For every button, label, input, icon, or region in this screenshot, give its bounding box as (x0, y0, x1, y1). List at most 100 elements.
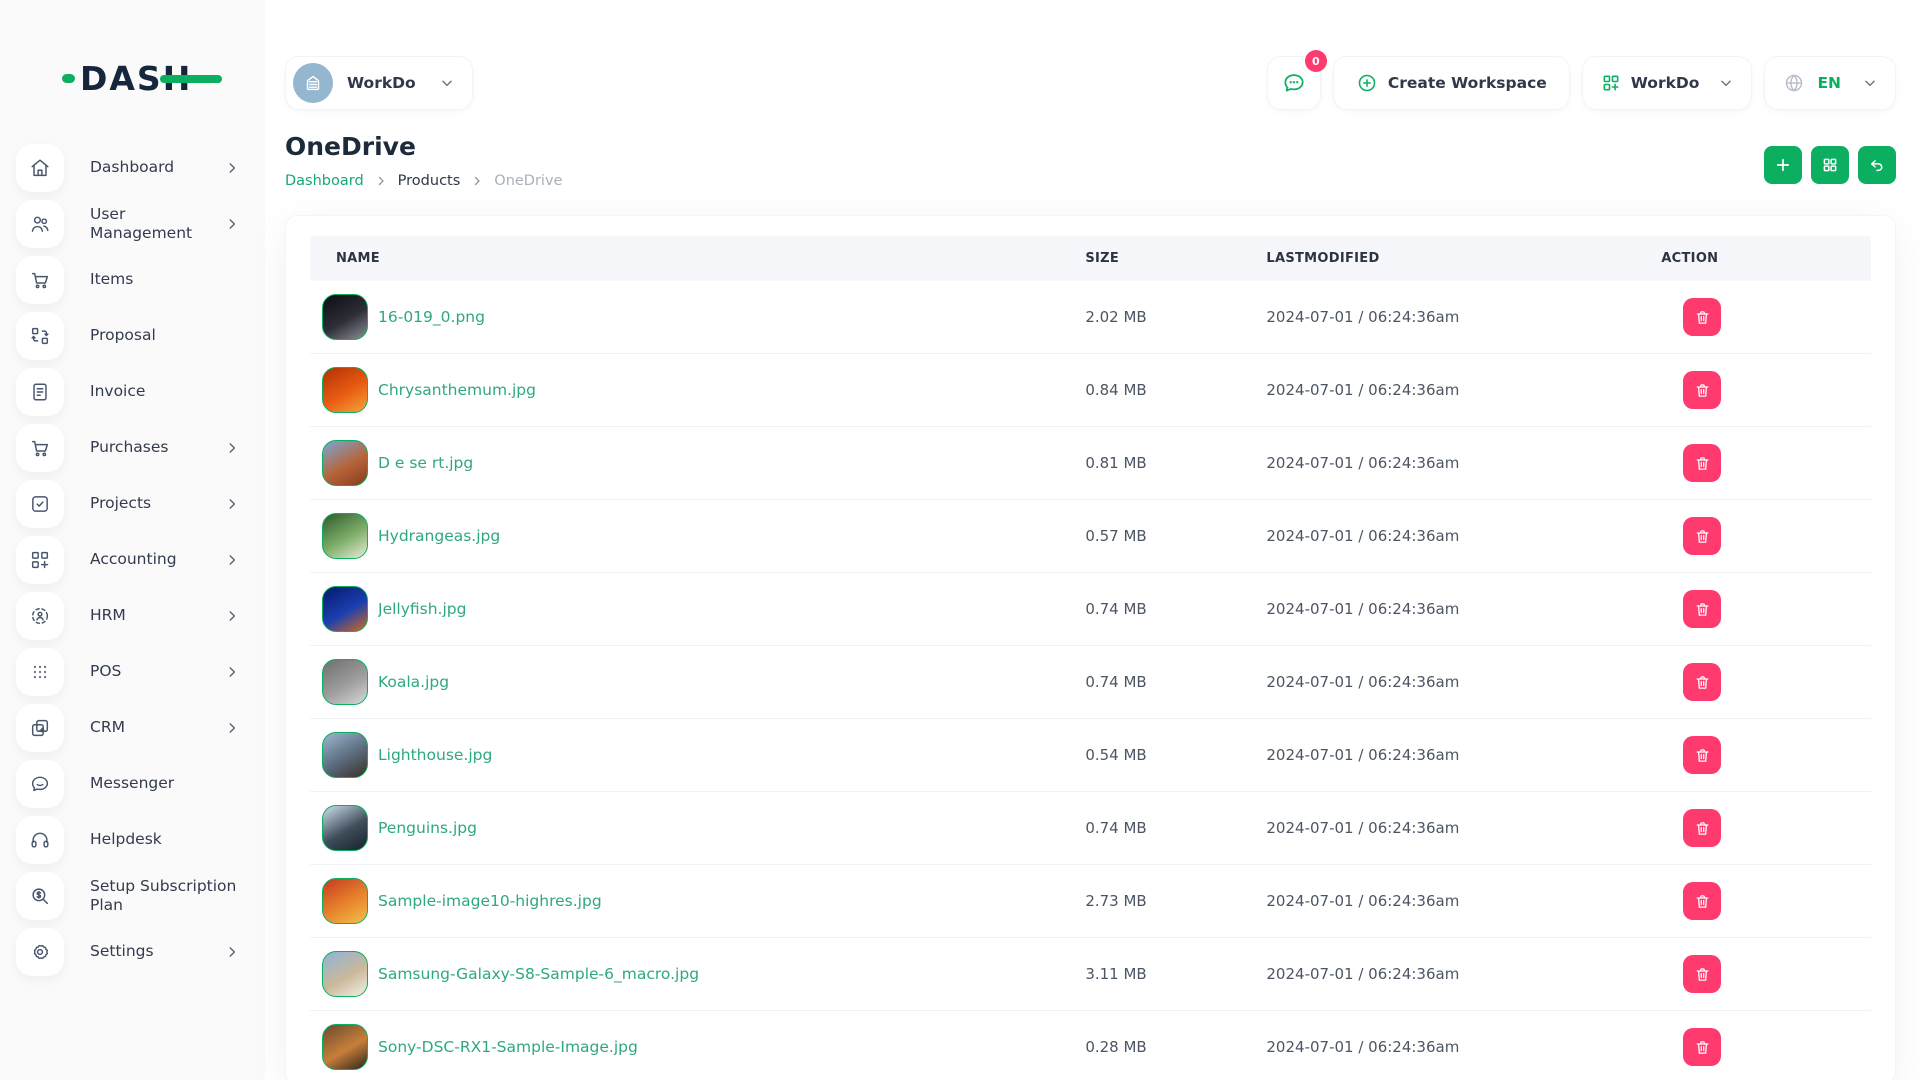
delete-file-button[interactable] (1683, 298, 1721, 336)
logo-text-left: DAS (80, 62, 163, 95)
workspace-avatar (293, 63, 333, 103)
invoice-icon (16, 368, 64, 416)
file-size: 0.81 MB (1073, 427, 1254, 500)
file-name-link[interactable]: Samsung-Galaxy-S8-Sample-6_macro.jpg (378, 965, 699, 983)
sidebar-item-accounting[interactable]: Accounting (0, 536, 265, 584)
sidebar-item-pos[interactable]: POS (0, 648, 265, 696)
delete-file-button[interactable] (1683, 736, 1721, 774)
trash-icon (1694, 674, 1711, 691)
workspace-dropdown-label: WorkDo (1631, 74, 1700, 92)
column-header-lastmodified: LASTMODIFIED (1254, 236, 1649, 281)
file-name-link[interactable]: Sony-DSC-RX1-Sample-Image.jpg (378, 1038, 638, 1056)
trash-icon (1694, 601, 1711, 618)
file-size: 2.02 MB (1073, 281, 1254, 354)
chevron-right-icon (225, 945, 239, 959)
file-thumbnail[interactable] (322, 732, 368, 778)
file-thumbnail[interactable] (322, 586, 368, 632)
file-lastmodified: 2024-07-01 / 06:24:36am (1254, 1011, 1649, 1080)
sidebar-item-helpdesk[interactable]: Helpdesk (0, 816, 265, 864)
delete-file-button[interactable] (1683, 882, 1721, 920)
language-code-label: EN (1817, 74, 1841, 92)
cart-icon (16, 424, 64, 472)
delete-file-button[interactable] (1683, 590, 1721, 628)
chevron-down-icon (440, 76, 454, 90)
breadcrumb-current: OneDrive (494, 173, 562, 189)
language-dropdown[interactable]: EN (1764, 56, 1896, 110)
sidebar-item-proposal[interactable]: Proposal (0, 312, 265, 360)
delete-file-button[interactable] (1683, 663, 1721, 701)
overlap-squares-icon (16, 704, 64, 752)
sidebar: DAS H Dashboard User Management Items Pr… (0, 0, 265, 1080)
messages-count-badge: 0 (1305, 50, 1327, 72)
trash-icon (1694, 966, 1711, 983)
back-button[interactable] (1858, 146, 1896, 184)
page-title: OneDrive (285, 132, 562, 161)
file-thumbnail[interactable] (322, 878, 368, 924)
file-name-link[interactable]: 16-019_0.png (378, 308, 485, 326)
sidebar-item-dashboard[interactable]: Dashboard (0, 144, 265, 192)
sidebar-item-invoice[interactable]: Invoice (0, 368, 265, 416)
table-row: Sony-DSC-RX1-Sample-Image.jpg 0.28 MB 20… (310, 1011, 1871, 1080)
sidebar-item-crm[interactable]: CRM (0, 704, 265, 752)
file-size: 0.74 MB (1073, 792, 1254, 865)
delete-file-button[interactable] (1683, 517, 1721, 555)
file-name-link[interactable]: Jellyfish.jpg (378, 600, 466, 618)
cart-icon (29, 269, 51, 291)
delete-file-button[interactable] (1683, 809, 1721, 847)
delete-file-button[interactable] (1683, 444, 1721, 482)
grid-view-button[interactable] (1811, 146, 1849, 184)
messages-button[interactable]: 0 (1267, 56, 1321, 110)
sidebar-item-settings[interactable]: Settings (0, 928, 265, 976)
plus-circle-icon (1356, 72, 1378, 94)
main-content: WorkDo 0 Create Workspace (265, 0, 1920, 1080)
file-name-link[interactable]: D e se rt.jpg (378, 454, 473, 472)
create-workspace-button[interactable]: Create Workspace (1333, 56, 1570, 110)
file-thumbnail[interactable] (322, 294, 368, 340)
chevron-right-icon (375, 175, 387, 187)
sidebar-item-purchases[interactable]: Purchases (0, 424, 265, 472)
file-name-link[interactable]: Chrysanthemum.jpg (378, 381, 536, 399)
file-thumbnail[interactable] (322, 513, 368, 559)
sidebar-item-label: Settings (90, 942, 154, 961)
file-thumbnail[interactable] (322, 659, 368, 705)
file-name-link[interactable]: Sample-image10-highres.jpg (378, 892, 602, 910)
workspace-select[interactable]: WorkDo (285, 56, 473, 110)
file-thumbnail[interactable] (322, 440, 368, 486)
square-check-icon (16, 480, 64, 528)
delete-file-button[interactable] (1683, 955, 1721, 993)
chevron-down-icon (1863, 76, 1877, 90)
file-name-link[interactable]: Lighthouse.jpg (378, 746, 492, 764)
sidebar-item-hrm[interactable]: HRM (0, 592, 265, 640)
delete-file-button[interactable] (1683, 371, 1721, 409)
breadcrumb-products-link[interactable]: Products (398, 173, 461, 189)
workspace-dropdown[interactable]: WorkDo (1582, 56, 1753, 110)
delete-file-button[interactable] (1683, 1028, 1721, 1066)
search-dollar-icon (29, 885, 51, 907)
files-table-body: 16-019_0.png 2.02 MB 2024-07-01 / 06:24:… (310, 281, 1871, 1080)
scan-user-icon (16, 592, 64, 640)
breadcrumb-dashboard-link[interactable]: Dashboard (285, 173, 364, 189)
sidebar-item-items[interactable]: Items (0, 256, 265, 304)
file-name-link[interactable]: Penguins.jpg (378, 819, 477, 837)
topbar-right: 0 Create Workspace WorkDo (1267, 56, 1896, 110)
column-header-action: ACTION (1649, 236, 1871, 281)
file-lastmodified: 2024-07-01 / 06:24:36am (1254, 646, 1649, 719)
dots-grid-icon (29, 661, 51, 683)
add-file-button[interactable] (1764, 146, 1802, 184)
file-size: 0.74 MB (1073, 646, 1254, 719)
file-thumbnail[interactable] (322, 367, 368, 413)
table-row: Penguins.jpg 0.74 MB 2024-07-01 / 06:24:… (310, 792, 1871, 865)
file-size: 3.11 MB (1073, 938, 1254, 1011)
headphones-icon (16, 816, 64, 864)
sidebar-item-setup-subscription-plan[interactable]: Setup Subscription Plan (0, 872, 265, 920)
file-thumbnail[interactable] (322, 805, 368, 851)
sidebar-item-projects[interactable]: Projects (0, 480, 265, 528)
sidebar-item-user-management[interactable]: User Management (0, 200, 265, 248)
files-table: NAME SIZE LASTMODIFIED ACTION 16-019_0.p… (310, 236, 1871, 1080)
grid-plus-icon (16, 536, 64, 584)
file-name-link[interactable]: Koala.jpg (378, 673, 449, 691)
sidebar-item-messenger[interactable]: Messenger (0, 760, 265, 808)
file-thumbnail[interactable] (322, 1024, 368, 1070)
file-name-link[interactable]: Hydrangeas.jpg (378, 527, 500, 545)
file-thumbnail[interactable] (322, 951, 368, 997)
